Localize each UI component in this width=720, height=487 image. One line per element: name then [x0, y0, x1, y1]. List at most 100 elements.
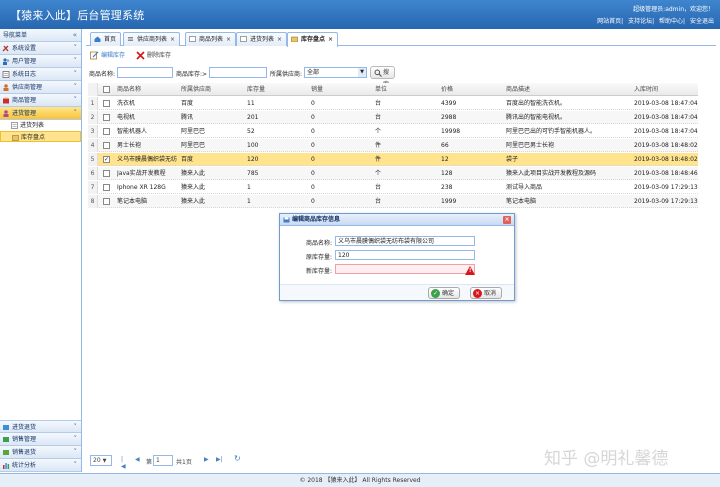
goods-name-input[interactable]: [117, 67, 173, 78]
link-help[interactable]: 帮助中心: [659, 18, 683, 25]
table-row[interactable]: 4 男士长袍 阿里巴巴 100 0 件 66 阿里巴巴男士长袍 2019-03-08 18:48…: [88, 139, 698, 152]
table-cell: 0: [311, 142, 315, 149]
table-cell: 0: [311, 114, 315, 121]
dialog-new-stock-label: 新库存量:: [305, 268, 332, 275]
tab-supplier-list[interactable]: 供应商列表 ×: [123, 32, 181, 46]
sidebar-section-sales-return[interactable]: 销售退货 ˅: [0, 446, 81, 459]
link-home[interactable]: 网站首页: [597, 18, 621, 25]
sidebar-item-purchase-list[interactable]: 进货列表: [0, 120, 81, 131]
table-row[interactable]: 1 洗衣机 百度 11 0 台 4399 百度出的智能洗衣机。 2019-03-08 18:47…: [88, 97, 698, 110]
tab-goods-list[interactable]: 商品列表 ×: [185, 32, 237, 46]
sidebar-section-sales[interactable]: 销售管理 ˅: [0, 433, 81, 446]
last-page-icon[interactable]: ▶|: [216, 456, 223, 463]
table-cell: 52: [247, 128, 255, 135]
table-cell: 120: [247, 156, 259, 163]
next-page-icon[interactable]: ▶: [204, 456, 209, 463]
table-cell: 猿来入此: [181, 198, 206, 205]
row-number: 3: [88, 125, 98, 138]
dialog-old-stock-field[interactable]: 120: [335, 250, 475, 260]
cancel-button[interactable]: × 取消: [470, 287, 503, 299]
chevron-down-icon[interactable]: ▼: [358, 68, 366, 77]
page-number-input[interactable]: 1: [153, 455, 173, 466]
delete-stock-button[interactable]: 删除库存: [136, 49, 171, 62]
table-row[interactable]: 7 Iphone XR 128G 猿来入此 1 0 台 238 测试导入商品 2019-03-0…: [88, 181, 698, 194]
table-row[interactable]: 3 智能机器人 阿里巴巴 52 0 个 19998 阿里巴巴出的可钓手智能机器人。 2019-0…: [88, 125, 698, 138]
table-cell: Java实战开发教程: [117, 170, 166, 177]
col-header[interactable]: 商品描述: [506, 83, 631, 96]
sidebar-section-goods[interactable]: 商品管理 ˅: [0, 94, 81, 107]
close-icon[interactable]: ×: [226, 36, 231, 43]
supplier-select[interactable]: 全部 ▼: [304, 67, 367, 78]
dialog-old-stock-label: 原库存量:: [305, 254, 332, 261]
col-header[interactable]: 单位: [375, 83, 437, 96]
prev-page-icon[interactable]: ◀: [135, 456, 140, 463]
page-size-select[interactable]: 20 ▼: [90, 455, 112, 466]
table-cell: 智能机器人: [117, 128, 148, 135]
row-checkbox[interactable]: [103, 100, 110, 107]
col-header[interactable]: 商品名称: [117, 83, 179, 96]
refresh-icon[interactable]: ↻: [234, 454, 241, 463]
table-cell: 阿里巴巴男士长袍: [506, 142, 555, 149]
sidebar-section-users[interactable]: 用户管理 ˅: [0, 55, 81, 68]
chevron-down-icon: ▼: [102, 458, 107, 464]
users-icon: [3, 58, 10, 65]
search-button[interactable]: 搜索: [370, 66, 396, 88]
link-forum[interactable]: 支持论坛: [628, 18, 652, 25]
table-row[interactable]: 8 笔记本电脑 猿来入此 1 0 台 1999 笔记本电脑 2019-03-09 17:29:1…: [88, 195, 698, 208]
table-row[interactable]: 6 Java实战开发教程 猿来入此 785 0 个 128 猿来入此项目实战开发教程及源码 20…: [88, 167, 698, 180]
row-checkbox[interactable]: [103, 128, 110, 135]
dialog-new-stock-field[interactable]: [335, 264, 475, 274]
tab-purchase-list[interactable]: 进货列表 ×: [236, 32, 288, 46]
row-checkbox[interactable]: [103, 170, 110, 177]
row-checkbox[interactable]: [103, 184, 110, 191]
sidebar-section-system[interactable]: 系统设置 ˅: [0, 42, 81, 55]
row-number: 5: [88, 153, 98, 166]
tab-bar: 首页 供应商列表 × 商品列表 × 进货列表 × 库存盘点 ×: [86, 30, 716, 47]
collapse-icon[interactable]: «: [73, 29, 77, 42]
table-row[interactable]: 2 电视机 腾讯 201 0 台 2988 腾讯出的智能电视机。 2019-03-08 18:4…: [88, 111, 698, 124]
col-header[interactable]: 库存量: [247, 83, 309, 96]
first-page-icon[interactable]: |◀: [121, 456, 126, 470]
stock-input[interactable]: [209, 67, 267, 78]
table-cell: 洗衣机: [117, 100, 136, 107]
row-checkbox[interactable]: ✓: [103, 156, 110, 163]
table-cell: 台: [375, 100, 382, 107]
tab-home[interactable]: 首页: [90, 32, 122, 46]
tools-icon: [2, 45, 9, 52]
sales-icon: [3, 437, 9, 442]
edit-stock-button[interactable]: 编辑库存: [90, 49, 125, 62]
close-icon[interactable]: ×: [503, 216, 511, 224]
table-cell: 个: [375, 128, 382, 135]
col-header[interactable]: 所属供应商: [181, 83, 243, 96]
row-checkbox[interactable]: [103, 114, 110, 121]
chevron-down-icon: ˅: [73, 57, 78, 65]
row-number: 4: [88, 139, 98, 152]
link-logout[interactable]: 安全退出: [690, 18, 714, 25]
table-cell: 0: [311, 100, 315, 107]
select-all-checkbox[interactable]: [103, 86, 110, 93]
table-cell: 0: [311, 128, 315, 135]
cancel-icon: ×: [473, 289, 482, 298]
table-row[interactable]: 5 ✓ 义乌市膜晨偶织袋无纺 百度 120 0 件 12 袋子 2019-03-08 18:48:…: [88, 153, 698, 166]
row-number: 8: [88, 195, 98, 208]
sidebar-item-stock-check[interactable]: 库存盘点: [0, 131, 81, 142]
close-icon[interactable]: ×: [328, 36, 333, 43]
sidebar-section-purchase[interactable]: 进货管理 ˄: [0, 107, 81, 120]
dialog-name-field[interactable]: 义乌市晨膜偶织袋无纺布袋有限公司: [335, 236, 475, 246]
table-cell: 2019-03-08 18:47:04: [634, 114, 698, 121]
close-icon[interactable]: ×: [170, 36, 175, 43]
row-checkbox[interactable]: [103, 142, 110, 149]
sidebar-section-purchase-return[interactable]: 进货退货 ˅: [0, 420, 81, 433]
tab-stock-check[interactable]: 库存盘点 ×: [287, 32, 339, 47]
col-header[interactable]: 销量: [311, 83, 373, 96]
confirm-button[interactable]: ✓ 确定: [428, 287, 461, 299]
chevron-down-icon: ˅: [73, 461, 78, 469]
sidebar-section-stats[interactable]: 统计分析 ˅: [0, 459, 81, 472]
sidebar-section-logs[interactable]: 系统日志 ˅: [0, 68, 81, 81]
sidebar-section-suppliers[interactable]: 供应商管理 ˅: [0, 81, 81, 94]
row-checkbox[interactable]: [103, 198, 110, 205]
close-icon[interactable]: ×: [277, 36, 282, 43]
col-header[interactable]: 价格: [441, 83, 503, 96]
col-header[interactable]: 入库时间: [634, 83, 698, 96]
table-cell: 百度: [181, 156, 194, 163]
